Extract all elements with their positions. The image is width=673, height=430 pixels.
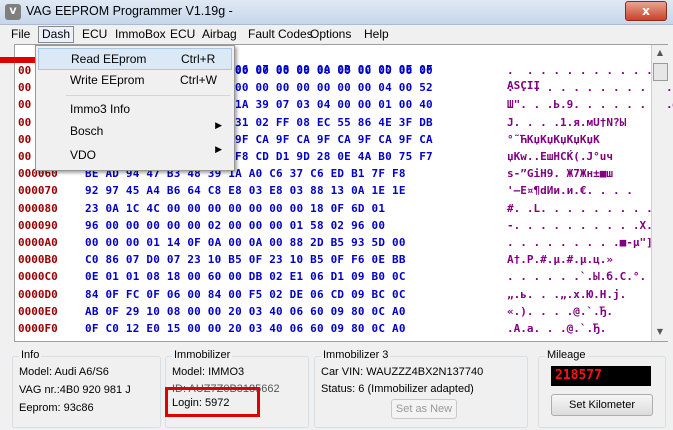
title-bar: V VAG EEPROM Programmer V1.19g - x [0, 0, 673, 25]
hex-row-ascii: ѕ-”GiН9. Ж7Жн±■ш [507, 167, 613, 181]
menu-immobox[interactable]: ImmoBox [112, 27, 169, 42]
hex-row-address: 000070 [18, 184, 58, 198]
hex-row-ascii: А†.Р.#.µ.#.µ.ц.» [507, 253, 613, 267]
menu-item-label: Bosch [70, 124, 104, 138]
app-window: V VAG EEPROM Programmer V1.19g - x File … [0, 0, 673, 430]
hex-row-ascii: Ј. . . .1.я.мU†N?Ы [507, 115, 627, 129]
hex-row-address: 0000F0 [18, 322, 58, 335]
menu-separator [66, 95, 230, 96]
vertical-scrollbar[interactable]: ▲ ▼ [651, 45, 668, 341]
hex-row-ascii: „.ь. . .„.х.Ю.Н.ј. [507, 287, 627, 301]
app-icon: V [5, 4, 21, 20]
menu-help[interactable]: Help [361, 27, 392, 42]
menu-item-label: Read EEprom [71, 52, 147, 66]
menu-airbag[interactable]: Airbag [199, 27, 240, 42]
info-group-title: Info [19, 349, 42, 361]
hex-row-bytes: 0F C0 12 E0 15 00 00 20 03 40 06 60 09 8… [85, 322, 406, 335]
scroll-thumb[interactable] [653, 63, 668, 81]
hex-row-ascii: џКw..EшНСЌ(.J°uч [507, 150, 613, 163]
hex-row-ascii: . . . . . .`.Ы.б.С.°. [507, 270, 647, 284]
immobilizer3-status: Status: 6 (Immobilizer adapted) [321, 383, 474, 395]
menu-item-bosch[interactable]: Bosch ▶ [38, 121, 232, 141]
hex-row-address: 0000C0 [18, 270, 58, 284]
menu-item-vdo[interactable]: VDO ▶ [38, 145, 232, 165]
immobilizer3-car-vin: Car VIN: WAUZZZ4BX2N137740 [321, 366, 484, 378]
menu-item-immo3-info[interactable]: Immo3 Info [38, 99, 232, 119]
menu-file[interactable]: File [8, 27, 33, 42]
set-kilometer-button[interactable]: Set Kilometer [551, 394, 653, 416]
hex-row-bytes: F8 CD D1 9D 28 0E 4A B0 75 F7 [235, 150, 433, 163]
hex-row-address: 000080 [18, 201, 58, 215]
submenu-arrow-icon: ▶ [215, 121, 222, 131]
hex-row-address: 0000B0 [18, 253, 58, 267]
menu-item-read-eeprom[interactable]: Read EEprom Ctrl+R [38, 48, 232, 70]
set-as-new-button[interactable]: Set as New [391, 399, 457, 419]
login-highlight-box [165, 387, 260, 417]
hex-row-address: 0000E0 [18, 304, 58, 318]
menu-ecu[interactable]: ECU [79, 27, 110, 42]
hex-row-bytes: 00 00 00 00 00 00 00 00 00 00 [235, 64, 433, 77]
info-eeprom: Eeprom: 93c86 [19, 402, 94, 414]
hex-row-bytes: 84 0F FC 0F 06 00 84 00 F5 02 DE 06 CD 0… [85, 287, 406, 301]
menu-item-write-eeprom[interactable]: Write EEprom Ctrl+W [38, 70, 232, 90]
hex-row-bytes: 23 0A 1C 4C 00 00 00 00 00 00 00 18 0F 6… [85, 201, 386, 215]
scroll-up-icon[interactable]: ▲ [653, 46, 667, 60]
hex-row-ascii: .А.а. . .@.`.Ђ. [507, 322, 613, 335]
hex-row-ascii: #. .L. . . . . . . . .m. [507, 201, 666, 215]
hex-row-address: 0000D0 [18, 287, 58, 301]
scroll-down-icon[interactable]: ▼ [653, 325, 667, 339]
immobilizer-model: Model: IMMO3 [172, 366, 245, 378]
menu-item-shortcut: Ctrl+W [180, 73, 217, 87]
menu-ecu-2[interactable]: ECU [167, 27, 198, 42]
hex-row-bytes: C0 86 07 D0 07 23 10 B5 0F 23 10 B5 0F F… [85, 253, 406, 267]
hex-row-ascii: '—E¤¶dИи.и.€. . . . [507, 184, 633, 198]
hex-row-bytes: 0E 01 01 08 18 00 60 00 DB 02 E1 06 D1 0… [85, 270, 406, 284]
immobilizer3-group-title: Immobilizer 3 [321, 349, 391, 361]
menu-item-shortcut: Ctrl+R [181, 52, 216, 66]
hex-row-address: 000090 [18, 218, 58, 232]
menu-dash[interactable]: Dash [38, 26, 75, 43]
hex-row-bytes: AB 0F 29 10 08 00 00 20 03 40 06 60 09 8… [85, 304, 406, 318]
info-group: Info Model: Audi A6/S6 VAG nr.:4B0 920 9… [12, 349, 161, 428]
info-model: Model: Audi A6/S6 [19, 366, 109, 378]
menu-bar: File Dash ECU ImmoBox ECU Airbag Fault C… [0, 25, 673, 44]
menu-options[interactable]: Options [307, 27, 354, 42]
hex-row-bytes: 31 02 FF 08 EC 55 86 4E 3F DB [235, 115, 433, 129]
hex-row-bytes: 9F CA 9F CA 9F CA 9F CA 9F CA [235, 132, 433, 146]
immobilizer-group-title: Immobilizer [172, 349, 233, 361]
window-title: VAG EEPROM Programmer V1.19g - [26, 4, 233, 18]
mileage-group: Mileage 218577 Set Kilometer [538, 349, 666, 428]
hex-row-bytes: 00 00 00 00 00 00 00 04 00 52 [235, 81, 433, 95]
mileage-group-title: Mileage [545, 349, 588, 361]
hex-row-ascii: . . . . . . . . . . . . . . .R [507, 81, 673, 95]
info-vag-nr: VAG nr.:4B0 920 981 J [19, 384, 131, 396]
hex-row-ascii: «.). . . .@.`.Ђ. [507, 304, 620, 318]
hex-row-ascii: -. . . . . . . . . .X.-. [507, 218, 666, 232]
mileage-display: 218577 [551, 366, 651, 386]
dash-dropdown-menu: Read EEprom Ctrl+R Write EEprom Ctrl+W I… [35, 45, 235, 171]
menu-item-label: VDO [70, 148, 97, 162]
hex-row-ascii: °˜ЋКџКџКџКџКџК [507, 132, 600, 146]
hex-row-ascii: Ш". . .Ь.9. . . . . . . .@ [507, 98, 673, 112]
hex-row-ascii: . . . . . . . . .■-µ"]. [507, 236, 660, 249]
hex-row-address: 0000A0 [18, 236, 58, 249]
close-button[interactable]: x [625, 1, 667, 21]
hex-row-bytes: 00 00 00 01 14 0F 0A 00 0A 00 88 2D B5 9… [85, 236, 406, 249]
hex-row-bytes: 96 00 00 00 00 00 02 00 00 00 01 58 02 9… [85, 218, 386, 232]
menu-item-label: Write EEprom [70, 73, 145, 87]
hex-row-bytes: 92 97 45 A4 B6 64 C8 E8 03 E8 03 88 13 0… [85, 184, 406, 198]
hex-row-bytes: 1A 39 07 03 04 00 00 01 00 40 [235, 98, 433, 112]
hex-row-ascii: . . . . . . . . . . . . . . . [507, 64, 673, 77]
submenu-arrow-icon: ▶ [215, 145, 222, 155]
menu-fault-codes[interactable]: Fault Codes [245, 27, 316, 42]
menu-item-label: Immo3 Info [70, 102, 131, 116]
immobilizer3-group: Immobilizer 3 Car VIN: WAUZZZ4BX2N137740… [314, 349, 528, 428]
